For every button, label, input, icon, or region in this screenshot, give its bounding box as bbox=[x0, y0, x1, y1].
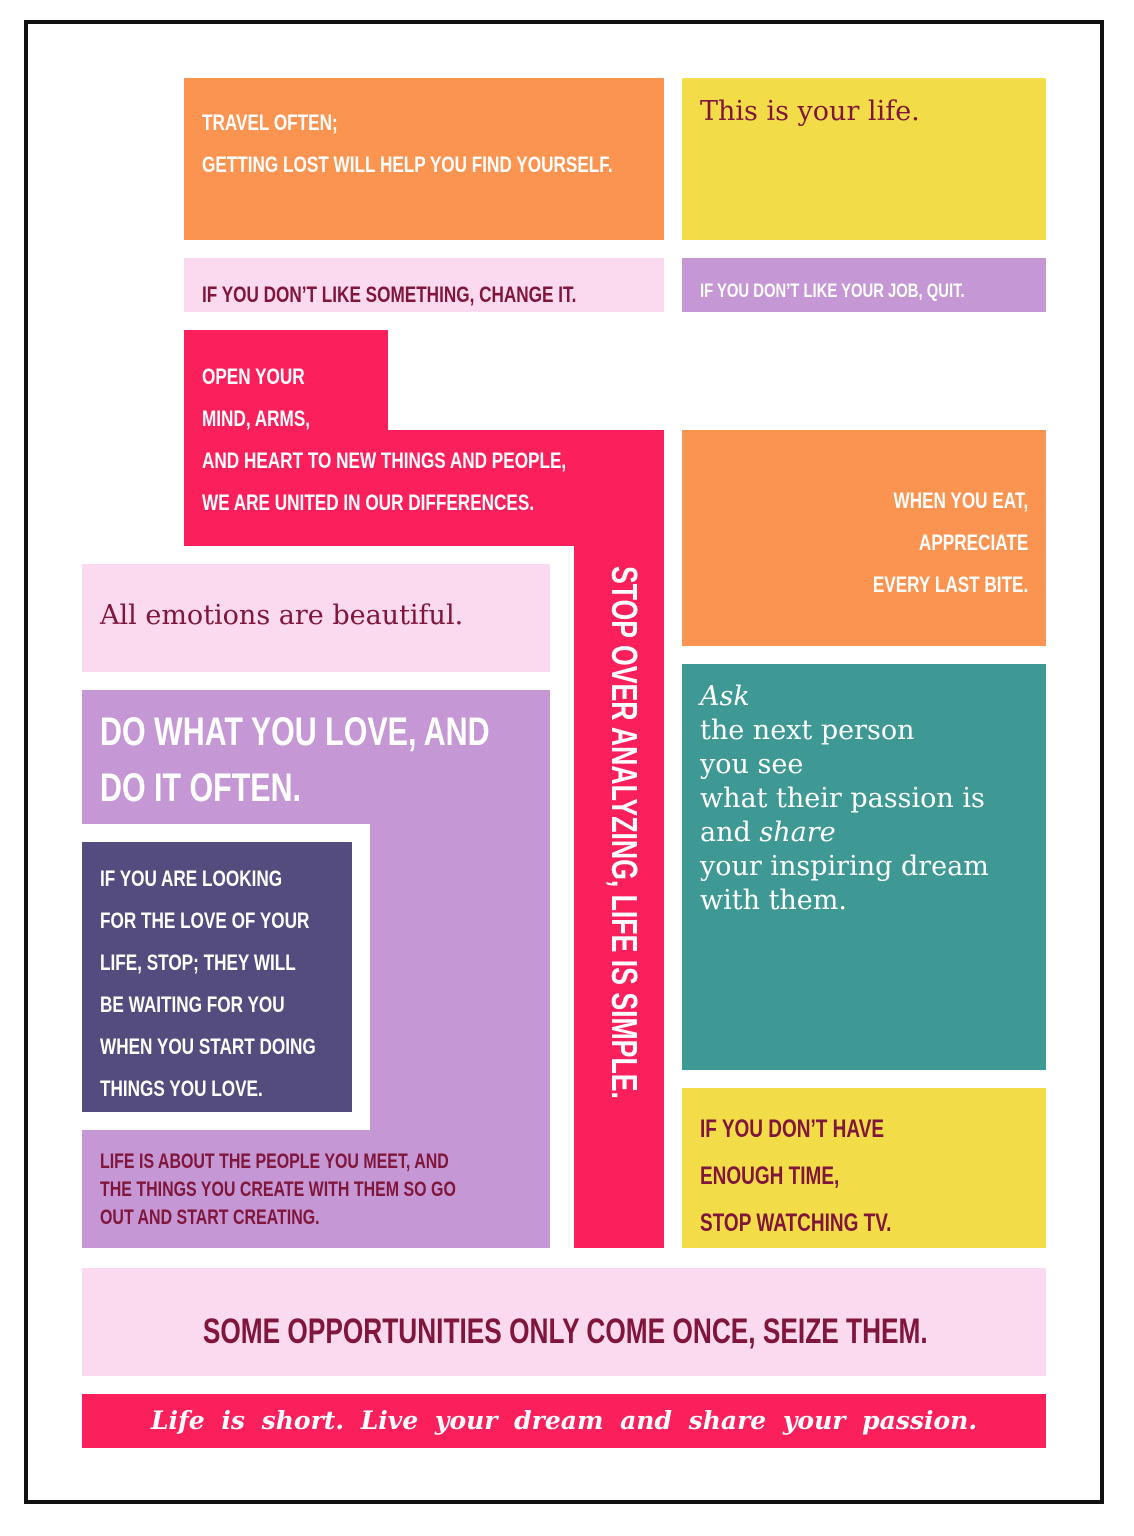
quote-line: what their passion is bbox=[700, 783, 985, 814]
quote-travel-text: TRAVEL OFTEN; GETTING LOST WILL HELP YOU… bbox=[202, 102, 613, 186]
share-word: share bbox=[759, 817, 836, 848]
quote-line: OPEN YOUR bbox=[202, 364, 305, 389]
quote-love-of-life: IF YOU ARE LOOKING FOR THE LOVE OF YOUR … bbox=[82, 842, 352, 1112]
and-word: and bbox=[700, 817, 760, 848]
quote-eat-text: WHEN YOU EAT, APPRECIATE EVERY LAST BITE… bbox=[829, 480, 1028, 606]
quote-line: IF YOU DON’T HAVE bbox=[700, 1115, 885, 1143]
quote-do-what-text: DO WHAT YOU LOVE, AND DO IT OFTEN. bbox=[100, 704, 490, 816]
quote-ask-text: Ask the next person you see what their p… bbox=[700, 680, 989, 918]
quote-line: APPRECIATE bbox=[918, 530, 1028, 555]
quote-line: MIND, ARMS, bbox=[202, 406, 311, 431]
quote-opportunities: SOME OPPORTUNITIES ONLY COME ONCE, SEIZE… bbox=[82, 1268, 1046, 1376]
quote-line: WHEN YOU START DOING bbox=[100, 1034, 316, 1059]
quote-life-is-short: Life is short. Live your dream and share… bbox=[82, 1394, 1046, 1448]
quote-tv-text: IF YOU DON’T HAVE ENOUGH TIME, STOP WATC… bbox=[700, 1106, 891, 1247]
quote-line: LIFE IS ABOUT THE PEOPLE YOU MEET, AND bbox=[100, 1150, 449, 1173]
quote-line: BE WAITING FOR YOU bbox=[100, 992, 285, 1017]
quote-line: GETTING LOST WILL HELP YOU FIND YOURSELF… bbox=[202, 152, 613, 177]
quote-ask: Ask the next person you see what their p… bbox=[682, 664, 1046, 1070]
ask-word: Ask bbox=[700, 681, 750, 712]
quote-travel-often: TRAVEL OFTEN; GETTING LOST WILL HELP YOU… bbox=[184, 78, 664, 240]
quote-line: with them. bbox=[700, 885, 847, 916]
quote-love-text: IF YOU ARE LOOKING FOR THE LOVE OF YOUR … bbox=[100, 858, 316, 1110]
quote-people-meet-text: LIFE IS ABOUT THE PEOPLE YOU MEET, AND T… bbox=[100, 1148, 456, 1232]
quote-line: WE ARE UNITED IN OUR DIFFERENCES. bbox=[202, 490, 535, 515]
quote-all-emotions: All emotions are beautiful. bbox=[82, 564, 550, 672]
quote-life-short-text: Life is short. Live your dream and share… bbox=[150, 1406, 978, 1435]
quote-stop-analyzing: STOP OVER ANALYZING, LIFE IS SIMPLE. bbox=[574, 546, 664, 1248]
quote-line: IF YOU ARE LOOKING bbox=[100, 866, 283, 891]
quote-line: DO IT OFTEN. bbox=[100, 766, 301, 810]
quote-quit-job-text: IF YOU DON’T LIKE YOUR JOB, QUIT. bbox=[700, 281, 965, 302]
quote-change-it: IF YOU DON’T LIKE SOMETHING, CHANGE IT. bbox=[184, 258, 664, 312]
quote-when-you-eat: WHEN YOU EAT, APPRECIATE EVERY LAST BITE… bbox=[682, 430, 1046, 646]
quote-emotions-text: All emotions are beautiful. bbox=[100, 600, 464, 631]
quote-line: WHEN YOU EAT, bbox=[893, 488, 1028, 513]
quote-line: THINGS YOU LOVE. bbox=[100, 1076, 263, 1101]
quote-line: EVERY LAST BITE. bbox=[872, 572, 1028, 597]
quote-line: Ask bbox=[700, 680, 989, 714]
quote-line: DO WHAT YOU LOVE, AND bbox=[100, 710, 490, 754]
quote-line: you see bbox=[700, 749, 804, 780]
quote-opportunities-text: SOME OPPORTUNITIES ONLY COME ONCE, SEIZE… bbox=[202, 1312, 928, 1351]
quote-watching-tv: IF YOU DON’T HAVE ENOUGH TIME, STOP WATC… bbox=[682, 1088, 1046, 1248]
quote-line: and share bbox=[700, 816, 989, 850]
quote-line: AND HEART TO NEW THINGS AND PEOPLE, bbox=[202, 448, 567, 473]
quote-open-mind-text: OPEN YOUR MIND, ARMS, AND HEART TO NEW T… bbox=[202, 356, 566, 524]
quote-line: ENOUGH TIME, bbox=[700, 1162, 840, 1190]
quote-line: OUT AND START CREATING. bbox=[100, 1206, 320, 1229]
quote-line: the next person bbox=[700, 715, 915, 746]
quote-line: TRAVEL OFTEN; bbox=[202, 110, 338, 135]
quote-change-it-text: IF YOU DON’T LIKE SOMETHING, CHANGE IT. bbox=[202, 282, 577, 307]
quote-line: THE THINGS YOU CREATE WITH THEM SO GO bbox=[100, 1178, 456, 1201]
quote-line: LIFE, STOP; THEY WILL bbox=[100, 950, 296, 975]
quote-this-is-your-life: This is your life. bbox=[682, 78, 1046, 240]
quote-opportunities-wrap: SOME OPPORTUNITIES ONLY COME ONCE, SEIZE… bbox=[82, 1312, 1046, 1352]
quote-line: your inspiring dream bbox=[700, 851, 989, 882]
quote-stop-analyzing-text: STOP OVER ANALYZING, LIFE IS SIMPLE. bbox=[604, 566, 645, 1099]
quote-quit-job: IF YOU DON’T LIKE YOUR JOB, QUIT. bbox=[682, 258, 1046, 312]
quote-line: FOR THE LOVE OF YOUR bbox=[100, 908, 310, 933]
quote-line: STOP WATCHING TV. bbox=[700, 1209, 892, 1237]
quote-your-life-text: This is your life. bbox=[700, 96, 920, 127]
